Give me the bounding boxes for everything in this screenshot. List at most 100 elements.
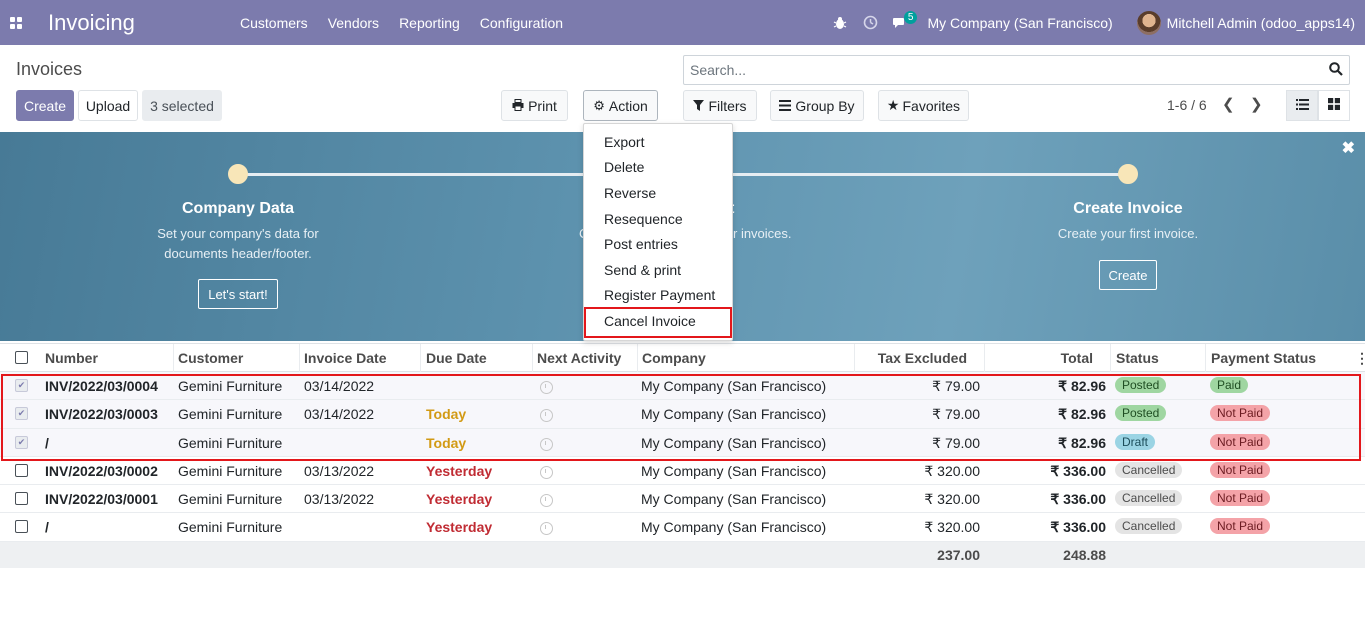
action-label: Action [608,97,648,114]
lets-start-button[interactable]: Let's start! [198,279,278,309]
col-number[interactable]: Number [45,350,98,366]
activity-clock-icon[interactable] [540,522,553,536]
upload-button[interactable]: Upload [78,90,138,121]
list-bars-icon [779,98,792,114]
col-next-activity[interactable]: Next Activity [537,350,621,366]
menu-item-resequence[interactable]: Resequence [584,206,732,232]
bug-icon[interactable] [825,0,855,45]
message-count-badge: 5 [903,11,918,24]
cell-company: My Company (San Francisco) [641,491,827,508]
cell-customer: Gemini Furniture [178,519,283,536]
select-all-checkbox[interactable] [15,351,28,364]
row-checkbox[interactable] [15,463,28,477]
row-checkbox[interactable] [15,520,28,534]
gear-icon: ⚙ [593,97,605,113]
payment-status-badge: Not Paid [1210,490,1271,507]
star-icon: ★ [886,97,900,113]
menu-customers[interactable]: Customers [240,15,308,31]
activity-clock-icon[interactable] [540,494,553,508]
table-footer-totals: 237.00 248.88 [0,541,1365,568]
favorites-button[interactable]: ★ Favorites [878,90,969,121]
col-invoice-date[interactable]: Invoice Date [304,350,386,366]
total-total: 248.88 [1063,546,1106,563]
create-button[interactable]: Create [16,90,74,121]
col-total[interactable]: Total [990,350,1093,366]
print-icon [512,98,524,114]
col-separator [637,344,638,372]
col-separator [173,344,174,372]
step-company-desc-line1: Set your company's data for [157,226,319,241]
table-row[interactable]: / Gemini Furniture Yesterday My Company … [0,513,1365,542]
col-separator [1205,344,1206,372]
optional-columns-icon[interactable]: ⋮ [1355,350,1365,367]
step-invoice-desc: Create your first invoice. [1057,226,1199,241]
cell-number: / [45,519,49,536]
col-separator [299,344,300,372]
col-separator [532,344,533,372]
kanban-view-icon [1328,98,1340,113]
menu-item-send-print[interactable]: Send & print [584,257,732,283]
banner-create-button[interactable]: Create [1099,260,1157,290]
list-view-button[interactable] [1286,90,1318,121]
status-badge: Cancelled [1115,461,1183,478]
step-company-desc-line2: documents header/footer. [164,246,312,261]
cell-customer: Gemini Furniture [178,491,283,508]
search-input[interactable]: Search... [683,55,1350,85]
menu-item-delete[interactable]: Delete [584,155,732,181]
menu-item-register-payment[interactable]: Register Payment [584,283,732,309]
user-avatar[interactable] [1136,10,1161,35]
filters-button[interactable]: Filters [683,90,757,121]
activity-clock-icon[interactable] [540,465,553,479]
menu-vendors[interactable]: Vendors [328,15,379,31]
menu-configuration[interactable]: Configuration [480,15,563,31]
pager-value[interactable]: 1-6 / 6 [1167,97,1207,113]
banner-close-icon[interactable]: ✖ [1342,138,1355,158]
pager-next-icon[interactable]: ❯ [1250,95,1263,113]
table-row[interactable]: INV/2022/03/0001 Gemini Furniture 03/13/… [0,485,1365,514]
print-label: Print [528,97,557,114]
table-row[interactable]: INV/2022/03/0002 Gemini Furniture 03/13/… [0,457,1365,486]
row-checkbox[interactable] [15,492,28,506]
action-button[interactable]: ⚙ Action [583,90,658,121]
search-icon[interactable] [1329,62,1343,79]
pager-previous-icon[interactable]: ❮ [1222,95,1235,113]
user-menu[interactable]: Mitchell Admin (odoo_apps14) [1167,15,1355,31]
cancel-invoice-highlight-box [584,307,732,338]
breadcrumb-title: Invoices [16,59,83,79]
cell-due-date: Yesterday [426,491,493,508]
col-separator [420,344,421,372]
menu-item-reverse[interactable]: Reverse [584,180,732,206]
col-payment-status[interactable]: Payment Status [1211,350,1316,366]
kanban-view-button[interactable] [1318,90,1350,121]
step-dot-company [228,164,248,184]
apps-menu-icon[interactable] [0,0,32,45]
menu-item-export[interactable]: Export [584,129,732,155]
cell-tax-excluded: ₹ 320.00 [924,519,980,536]
cell-tax-excluded: ₹ 320.00 [924,462,980,479]
col-company[interactable]: Company [642,350,706,366]
filter-icon [693,98,705,114]
col-due-date[interactable]: Due Date [426,350,487,366]
status-badge: Cancelled [1115,518,1183,535]
cell-company: My Company (San Francisco) [641,519,827,536]
total-tax-excluded: 237.00 [937,546,980,563]
groupby-button[interactable]: Group By [770,90,864,121]
app-brand[interactable]: Invoicing [48,10,176,36]
cell-total: ₹ 336.00 [1050,491,1106,508]
col-tax-excluded[interactable]: Tax Excluded [860,350,967,366]
step-invoice-title: Create Invoice [1073,200,1183,217]
top-navbar: Invoicing Customers Vendors Reporting Co… [0,0,1365,45]
payment-status-badge: Not Paid [1210,518,1271,535]
search-placeholder: Search... [690,62,747,78]
cell-due-date: Yesterday [426,462,493,479]
company-switcher[interactable]: My Company (San Francisco) [927,15,1112,31]
print-button[interactable]: Print [501,90,568,121]
activity-clock-icon[interactable] [855,0,885,45]
col-status[interactable]: Status [1116,350,1159,366]
messages-icon[interactable]: 5 [885,0,918,45]
cell-company: My Company (San Francisco) [641,462,827,479]
menu-reporting[interactable]: Reporting [399,15,460,31]
col-customer[interactable]: Customer [178,350,243,366]
status-badge: Cancelled [1115,490,1183,507]
menu-item-post-entries[interactable]: Post entries [584,231,732,257]
